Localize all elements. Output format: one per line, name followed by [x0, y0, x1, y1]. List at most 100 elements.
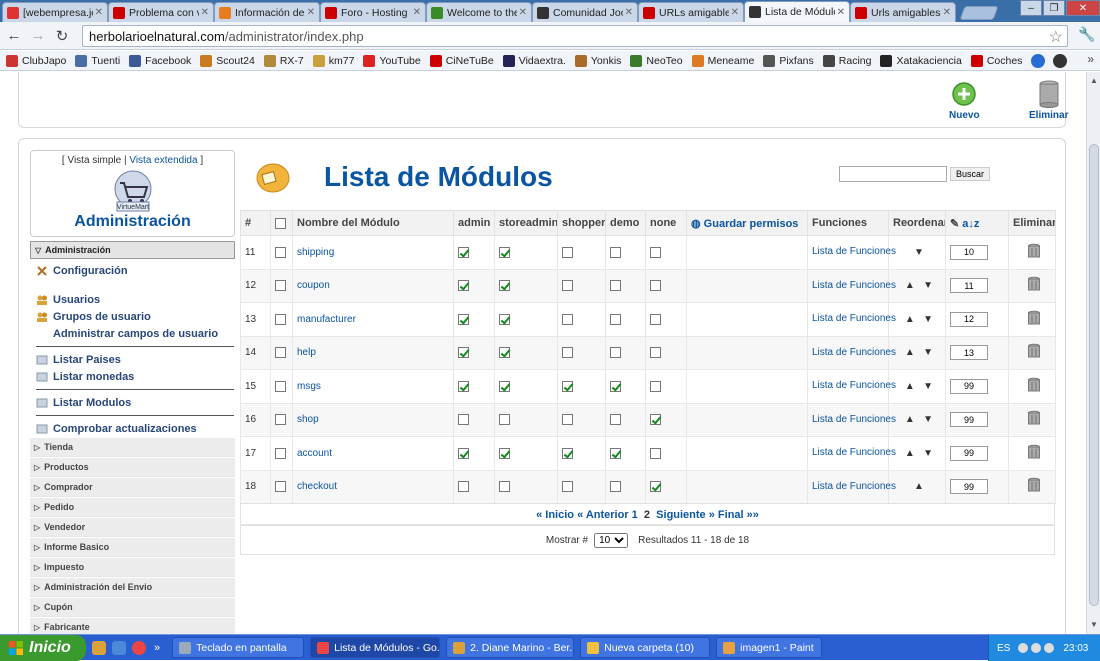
scrollbar-thumb[interactable] — [1089, 144, 1099, 606]
perm-storeadmin-checkbox[interactable] — [499, 246, 510, 258]
new-button[interactable]: Nuevo — [949, 80, 980, 121]
start-button[interactable]: Inicio — [0, 634, 86, 661]
quicklaunch-more-icon[interactable]: » — [154, 642, 160, 654]
row-select-checkbox[interactable] — [275, 447, 286, 459]
move-up-icon[interactable]: ▲ — [905, 381, 915, 392]
browser-tab[interactable]: URLs amigables ✕ — [638, 2, 744, 22]
menu-item-paises[interactable]: Listar Paises — [30, 351, 235, 368]
perm-storeadmin-checkbox[interactable] — [499, 447, 510, 459]
menu-section[interactable]: ▷ Impuesto — [30, 558, 235, 577]
order-input[interactable] — [950, 479, 988, 495]
move-up-icon[interactable]: ▲ — [905, 280, 915, 291]
order-input[interactable] — [950, 412, 988, 428]
module-name-link[interactable]: help — [297, 347, 316, 358]
save-order-icon[interactable]: ✎ — [950, 218, 959, 230]
col-order[interactable]: ✎ a↓z — [945, 210, 1009, 236]
perm-shopper-checkbox[interactable] — [562, 280, 573, 292]
menu-item-modulos[interactable]: Listar Modulos — [30, 394, 235, 411]
functions-list-link[interactable]: Lista de Funciones — [812, 380, 896, 392]
menu-item-campos[interactable]: Administrar campos de usuario — [30, 325, 235, 342]
move-down-icon[interactable]: ▼ — [923, 280, 933, 291]
search-input[interactable] — [839, 166, 947, 182]
bookmark-item[interactable]: Facebook — [129, 54, 191, 67]
tab-close-icon[interactable]: ✕ — [625, 7, 633, 18]
perm-none-checkbox[interactable] — [650, 447, 661, 459]
row-select-checkbox[interactable] — [275, 313, 286, 325]
close-window-button[interactable]: ✕ — [1066, 0, 1100, 16]
taskbar-button[interactable]: imagen1 - Paint — [716, 637, 823, 658]
bookmark-item[interactable]: Racing — [822, 54, 871, 67]
menu-section[interactable]: ▷ Cupón — [30, 598, 235, 617]
perm-demo-checkbox[interactable] — [610, 414, 621, 426]
perm-shopper-checkbox[interactable] — [562, 347, 573, 359]
perm-none-checkbox[interactable] — [650, 246, 661, 258]
move-down-icon[interactable]: ▼ — [923, 347, 933, 358]
reload-button[interactable]: ↻ — [52, 26, 72, 46]
menu-item-configuracion[interactable]: Configuración — [30, 262, 235, 279]
perm-none-checkbox[interactable] — [650, 380, 661, 392]
page-scrollbar[interactable]: ▲ ▼ — [1086, 72, 1100, 634]
delete-button[interactable]: Eliminar — [1029, 80, 1068, 121]
menu-section[interactable]: ▷ Productos — [30, 458, 235, 477]
admin-section-header[interactable]: ▽ Administración — [30, 241, 235, 259]
select-all-checkbox[interactable] — [275, 217, 286, 229]
tray-security-icon[interactable] — [1044, 643, 1055, 653]
module-name-link[interactable]: manufacturer — [297, 314, 356, 325]
bookmark-item[interactable]: RX-7 — [263, 54, 304, 67]
taskbar-button[interactable]: 2. Diane Marino - Ber... — [446, 637, 575, 658]
perm-demo-checkbox[interactable] — [610, 380, 621, 392]
bookmark-item[interactable]: Meneame — [691, 54, 754, 67]
perm-shopper-checkbox[interactable] — [562, 246, 573, 258]
menu-item-monedas[interactable]: Listar monedas — [30, 368, 235, 385]
module-name-link[interactable]: checkout — [297, 481, 337, 492]
perm-none-checkbox[interactable] — [650, 347, 661, 359]
menu-section[interactable]: ▷ Informe Basico — [30, 538, 235, 557]
functions-list-link[interactable]: Lista de Funciones — [812, 347, 896, 359]
tab-close-icon[interactable]: ✕ — [95, 7, 103, 18]
taskbar-button-active[interactable]: Lista de Módulos - Go... — [310, 637, 441, 658]
perm-admin-checkbox[interactable] — [458, 313, 469, 325]
perm-admin-checkbox[interactable] — [458, 447, 469, 459]
module-name-link[interactable]: msgs — [297, 381, 321, 392]
order-input[interactable] — [950, 378, 988, 394]
move-up-icon[interactable]: ▲ — [905, 448, 915, 459]
pager-last-link[interactable]: Final »» — [718, 509, 759, 521]
perm-demo-checkbox[interactable] — [610, 280, 621, 292]
row-select-checkbox[interactable] — [275, 380, 286, 392]
tab-close-icon[interactable]: ✕ — [413, 7, 421, 18]
minimize-button[interactable]: – — [1020, 0, 1042, 16]
row-select-checkbox[interactable] — [275, 280, 286, 292]
bookmark-item[interactable]: NeoTeo — [630, 54, 683, 67]
pager-next-link[interactable]: Siguiente » — [656, 509, 715, 521]
trash-icon[interactable] — [1026, 377, 1042, 393]
perm-demo-checkbox[interactable] — [610, 347, 621, 359]
browser-tab[interactable]: Urls amigables e✕ — [850, 2, 956, 22]
tab-close-icon[interactable]: ✕ — [943, 7, 951, 18]
browser-tab[interactable]: Foro - Hosting ✕ — [320, 2, 426, 22]
pager-prev-link[interactable]: « Anterior — [577, 509, 629, 521]
bookmark-item[interactable]: YouTube — [363, 54, 421, 67]
pager-page-1[interactable]: 1 — [632, 509, 638, 521]
menu-item-usuarios[interactable]: Usuarios — [30, 291, 235, 308]
perm-storeadmin-checkbox[interactable] — [499, 380, 510, 392]
search-button[interactable]: Buscar — [950, 167, 991, 181]
trash-icon[interactable] — [1026, 444, 1042, 460]
perm-admin-checkbox[interactable] — [458, 280, 469, 292]
trash-icon[interactable] — [1026, 310, 1042, 326]
functions-list-link[interactable]: Lista de Funciones — [812, 280, 896, 292]
trash-icon[interactable] — [1026, 477, 1042, 493]
perm-none-checkbox[interactable] — [650, 414, 661, 426]
row-select-checkbox[interactable] — [275, 481, 286, 493]
row-select-checkbox[interactable] — [275, 414, 286, 426]
move-up-icon[interactable]: ▲ — [905, 314, 915, 325]
move-down-icon[interactable]: ▼ — [923, 448, 933, 459]
view-extended-link[interactable]: Vista extendida — [129, 155, 197, 166]
taskbar-button[interactable]: Teclado en pantalla — [172, 637, 305, 658]
bookmark-item[interactable]: CiNeTuBe — [429, 54, 494, 67]
tab-close-icon[interactable]: ✕ — [519, 7, 527, 18]
menu-section[interactable]: ▷ Tienda — [30, 438, 235, 457]
move-up-icon[interactable]: ▲ — [905, 347, 915, 358]
row-select-checkbox[interactable] — [275, 246, 286, 258]
move-up-icon[interactable]: ▲ — [914, 481, 924, 492]
menu-item-grupos[interactable]: Grupos de usuario — [30, 308, 235, 325]
